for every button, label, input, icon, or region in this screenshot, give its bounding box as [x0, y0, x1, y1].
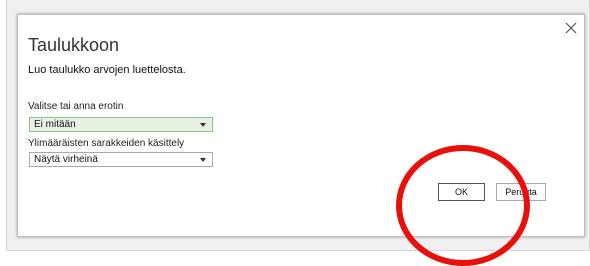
cancel-button[interactable]: Peruuta	[496, 183, 546, 201]
separator-select[interactable]: Ei mitään	[29, 117, 213, 132]
extra-columns-select-value: Näytä virheinä	[34, 154, 98, 165]
dialog-description: Luo taulukko arvojen luettelosta.	[28, 64, 186, 76]
ok-button[interactable]: OK	[438, 183, 485, 201]
extra-columns-select[interactable]: Näytä virheinä	[29, 152, 213, 167]
separator-label: Valitse tai anna erotin	[28, 101, 124, 112]
extra-columns-label: Ylimääräisten sarakkeiden käsittely	[28, 138, 185, 149]
separator-select-value: Ei mitään	[34, 119, 76, 130]
chevron-down-icon	[200, 123, 206, 127]
close-button[interactable]	[564, 21, 578, 35]
dialog-title: Taulukkoon	[28, 35, 120, 55]
chevron-down-icon	[200, 158, 206, 162]
close-icon	[565, 22, 577, 34]
